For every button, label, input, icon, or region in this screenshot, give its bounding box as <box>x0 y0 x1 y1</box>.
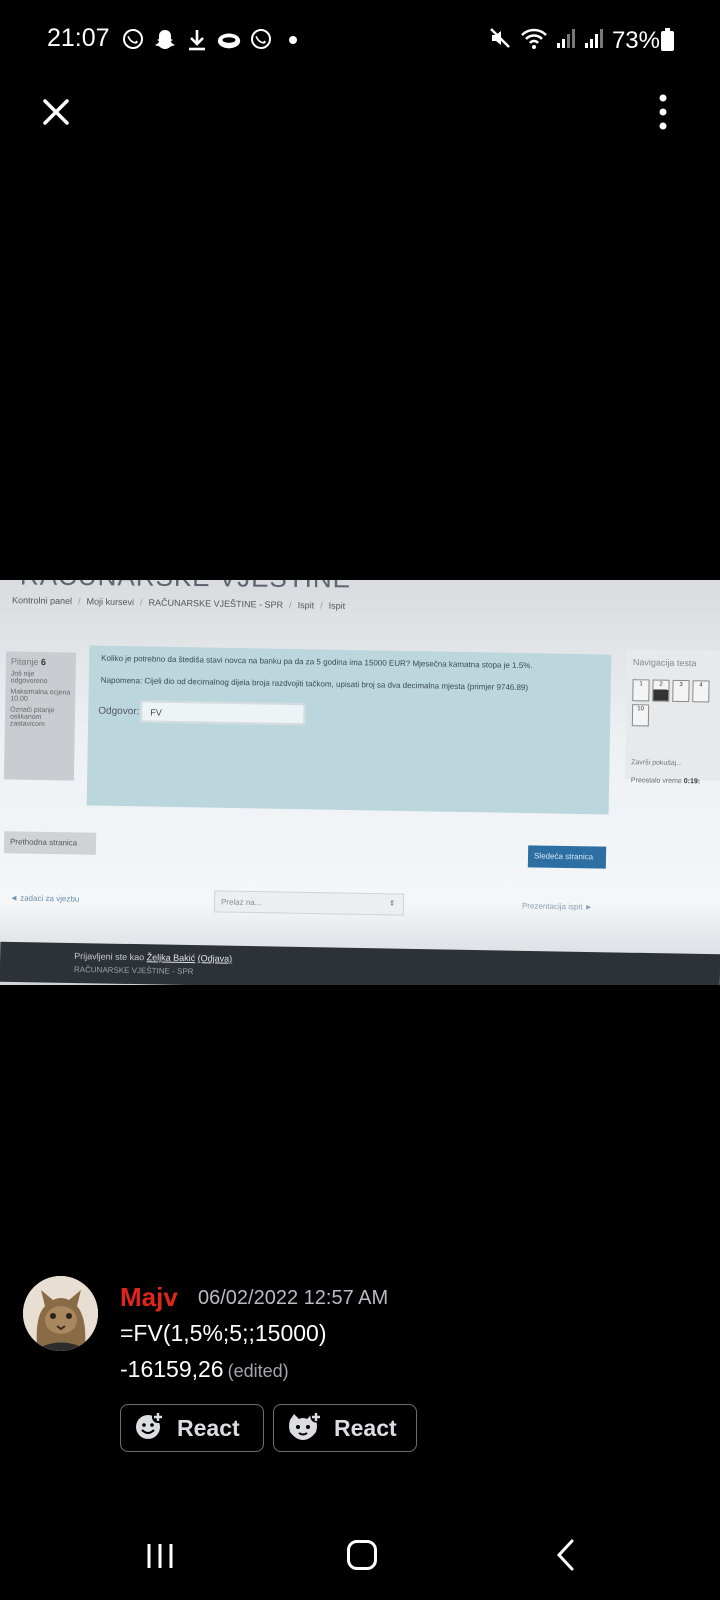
breadcrumb: Kontrolni panel / Moji kursevi / RAČUNARSK… <box>11 595 346 611</box>
next-page-button: Sledeća stranica <box>527 845 607 869</box>
login-info: Prijavljeni ste kao Željka Bakić (Odjava… <box>74 951 232 964</box>
snapchat-icon <box>152 27 178 53</box>
signal-icon <box>584 27 604 54</box>
select-arrows-icon: ⇕ <box>389 900 396 908</box>
question-label: Pitanje <box>10 656 39 667</box>
breadcrumb-item: Moji kursevi <box>86 596 135 608</box>
battery-icon <box>661 28 674 51</box>
more-vertical-icon[interactable] <box>648 90 678 134</box>
battery-percent: 73% <box>611 26 660 54</box>
status-bar: 21:07 73% <box>0 0 720 80</box>
previous-page-button: Prethodna stranica <box>3 831 97 855</box>
jump-to-placeholder: Prelaz na... <box>220 897 262 908</box>
finish-attempt-link: Završi pokušaj... <box>631 759 683 768</box>
mute-icon <box>488 26 512 55</box>
system-icons: 73% <box>488 26 660 55</box>
question-info: Pitanje 6 Još nije odgovoreno Maksimalna… <box>3 651 77 781</box>
presentation-link: Prezentacija ispit ► <box>521 901 593 912</box>
question-number: 6 <box>40 657 47 668</box>
logout-link: (Odjava) <box>197 953 233 964</box>
footer-course: RAČUNARSKE VJEŠTINE - SPR <box>73 965 194 977</box>
edited-label: (edited) <box>227 1361 289 1381</box>
exercises-link: ◄ zadaci za vjezbu <box>9 893 80 904</box>
user-link: Željka Bakić <box>146 952 196 964</box>
time-remaining-value: 0:19: <box>683 778 701 786</box>
time-remaining: Preostalo vreme 0:19: <box>631 777 700 785</box>
quiz-nav-cell: 3 <box>672 679 690 703</box>
login-prefix: Prijavljeni ste kao <box>74 951 145 963</box>
add-sticker-icon <box>286 1410 322 1447</box>
page-footer: Prijavljeni ste kao Željka Bakić (Odjava… <box>0 941 720 985</box>
time-remaining-label: Preostalo vreme <box>630 777 682 786</box>
viber-icon <box>120 27 146 53</box>
wifi-icon <box>520 26 548 55</box>
viber-icon <box>248 27 274 53</box>
notification-icons <box>120 27 306 53</box>
breadcrumb-item: Kontrolni panel <box>11 595 73 607</box>
home-icon[interactable] <box>347 1540 377 1570</box>
question-note: Napomena: Cijeli dio od decimalnog dijel… <box>100 675 529 693</box>
answer-input: FV <box>140 700 306 726</box>
quiz-nav-cell: 4 <box>692 680 710 703</box>
message-line: =FV(1,5%;5;;15000) <box>120 1320 327 1346</box>
quiz-nav-cell: 10 <box>631 704 650 727</box>
add-reaction-icon <box>133 1410 165 1447</box>
question-box: Koliko je potrebno da štediša stavi novc… <box>86 645 612 815</box>
back-icon[interactable] <box>554 1538 576 1572</box>
breadcrumb-item: Ispit <box>328 600 346 611</box>
breadcrumb-item: Ispit <box>297 600 315 611</box>
clock: 21:07 <box>47 24 110 52</box>
username[interactable]: Majv <box>120 1282 178 1313</box>
download-icon <box>184 27 210 53</box>
attached-photo[interactable]: RAČUNARSKE VJEŠTINE Kontrolni panel/ Moj… <box>0 580 720 985</box>
quiz-nav-cell: 1 <box>632 679 650 702</box>
question-status: Još nije odgovoreno <box>10 670 48 686</box>
message-line: -16159,26 (edited) <box>120 1356 289 1383</box>
timestamp: 06/02/2022 12:57 AM <box>198 1287 389 1309</box>
answer-label: Odgovor: <box>98 705 140 718</box>
message-text: -16159,26 <box>120 1356 224 1382</box>
course-title: RAČUNARSKE VJEŠTINE <box>20 580 351 594</box>
signal-icon <box>556 27 576 54</box>
close-icon[interactable] <box>36 92 76 132</box>
question-max-points: Maksimalna ocjena 10,00 <box>10 688 71 703</box>
jump-to-select: Prelaz na... ⇕ <box>213 890 405 916</box>
react-label: React <box>334 1414 397 1441</box>
quiz-nav-cells: 1 2 3 4 10 <box>631 679 720 728</box>
cloud-icon <box>216 27 242 53</box>
recent-apps-icon[interactable] <box>146 1542 174 1570</box>
avatar[interactable] <box>23 1276 98 1351</box>
breadcrumb-item: RAČUNARSKE VJEŠTINE - SPR <box>148 597 284 610</box>
react-label: React <box>177 1414 240 1441</box>
react-button[interactable]: React <box>273 1404 417 1452</box>
quiz-navigation-title: Navigacija testa <box>632 657 697 669</box>
react-button[interactable]: React <box>120 1404 264 1452</box>
question-text: Koliko je potrebno da štediša stavi novc… <box>101 653 533 671</box>
dot-icon <box>280 27 306 53</box>
question-flag: Označi pitanje oslikanom zastavicom <box>9 706 55 729</box>
quiz-nav-cell: 2 <box>652 679 670 702</box>
quiz-navigation: Navigacija testa 1 2 3 4 10 Završi pokuš… <box>624 649 720 785</box>
